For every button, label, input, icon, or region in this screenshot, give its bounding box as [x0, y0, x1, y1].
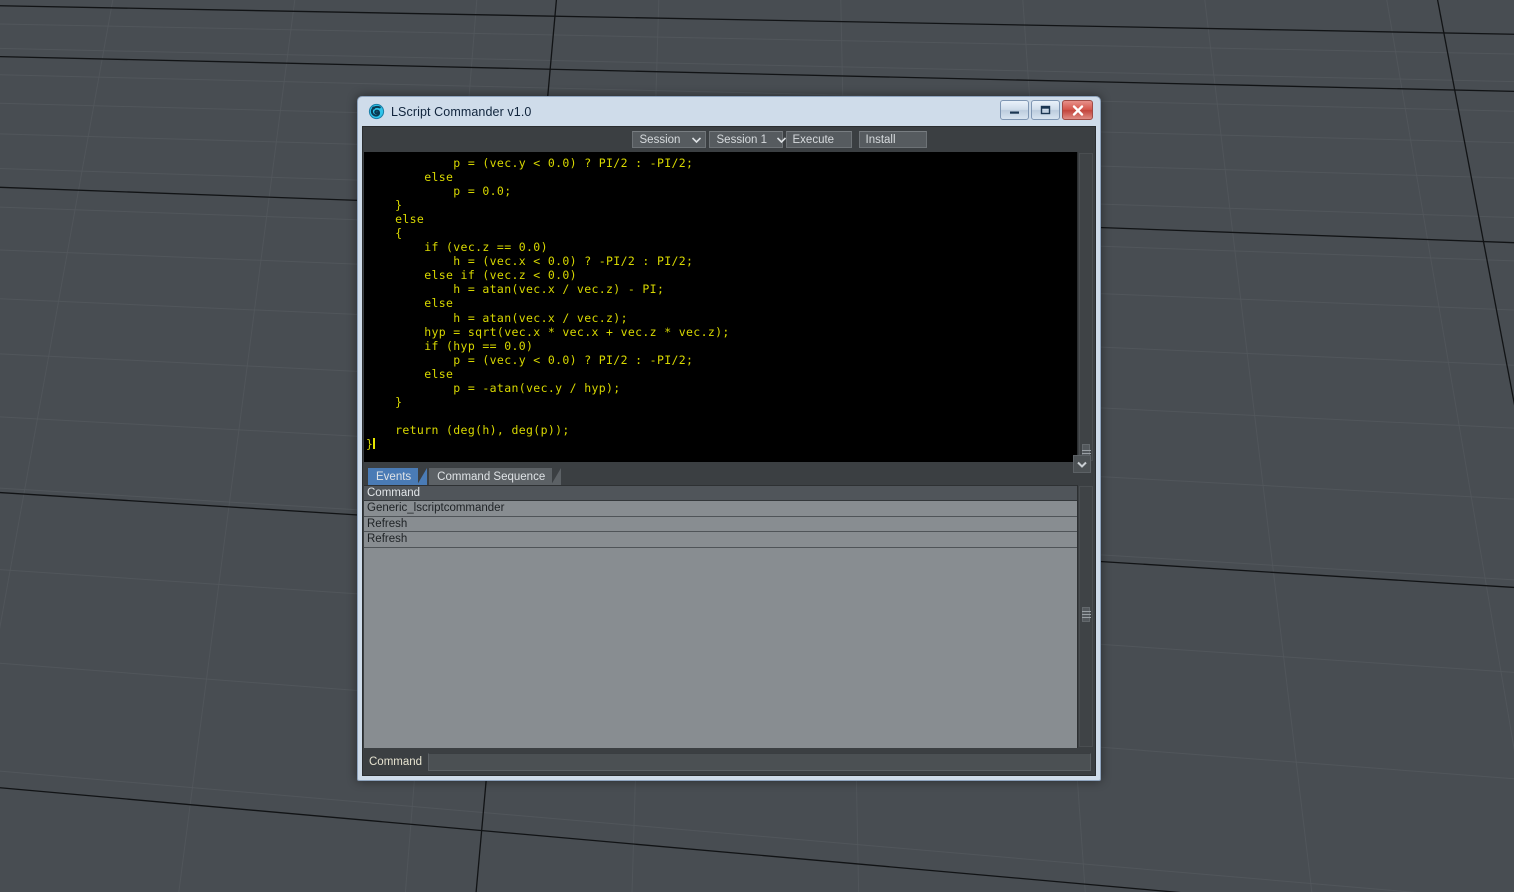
editor-scroll-down-button[interactable]	[1073, 455, 1091, 473]
script-code-area[interactable]: p = (vec.y < 0.0) ? PI/2 : -PI/2; else p…	[364, 152, 1077, 462]
execute-button[interactable]: Execute	[785, 131, 852, 148]
events-list-panel: Command Generic_lscriptcommander Refresh R…	[364, 485, 1094, 748]
tab-edge	[551, 468, 562, 485]
script-editor: p = (vec.y < 0.0) ? PI/2 : -PI/2; else p…	[364, 152, 1094, 462]
close-button[interactable]	[1062, 100, 1093, 120]
chevron-down-icon	[1077, 461, 1087, 468]
list-rows: Generic_lscriptcommander Refresh Refresh	[364, 501, 1077, 548]
command-input-label: Command	[369, 755, 423, 768]
grip-line	[1081, 614, 1091, 615]
session-type-select-value: Session	[639, 133, 681, 146]
lscript-swirl-icon	[368, 103, 385, 120]
list-scroll-thumb[interactable]	[1081, 607, 1091, 622]
tab-edge	[417, 468, 428, 485]
session-type-select[interactable]: Session	[631, 131, 706, 148]
editor-scroll-track[interactable]	[1079, 153, 1093, 461]
table-row[interactable]: Refresh	[364, 532, 1077, 548]
table-row[interactable]: Refresh	[364, 516, 1077, 532]
tab-command-sequence[interactable]: Command Sequence	[429, 468, 562, 485]
table-cell-command: Generic_lscriptcommander	[367, 502, 505, 515]
editor-vertical-scrollbar[interactable]	[1077, 152, 1094, 462]
table-cell-command: Refresh	[367, 517, 408, 530]
session-select[interactable]: Session 1	[708, 131, 787, 148]
window-title: LScript Commander v1.0	[391, 104, 532, 119]
grip-line	[1081, 611, 1091, 612]
grip-line	[1081, 449, 1091, 451]
list-scroll-track[interactable]	[1079, 486, 1093, 747]
chevron-down-icon	[691, 134, 701, 146]
minimize-button[interactable]	[1000, 100, 1029, 120]
tabstrip: Events Command Sequence	[363, 465, 1095, 485]
grip-line	[1081, 617, 1091, 618]
session-select-value: Session 1	[716, 133, 768, 146]
grip-line	[1081, 452, 1091, 454]
table-row[interactable]: Generic_lscriptcommander	[364, 501, 1077, 517]
tab-events-label: Events	[376, 470, 412, 483]
window-client-area: Session Session 1 Execute Install p = (v…	[362, 126, 1096, 776]
lscript-commander-window: LScript Commander v1.0 Session Session 1…	[357, 96, 1101, 781]
events-list[interactable]: Command Generic_lscriptcommander Refresh R…	[364, 485, 1077, 748]
window-titlebar[interactable]: LScript Commander v1.0	[362, 97, 1096, 126]
install-button[interactable]: Install	[858, 131, 927, 148]
toolbar: Session Session 1 Execute Install	[363, 127, 1095, 152]
command-input[interactable]	[428, 752, 1091, 771]
tab-events[interactable]: Events	[368, 468, 428, 485]
table-cell-command: Refresh	[367, 533, 408, 546]
text-caret	[373, 437, 376, 449]
command-bar: Command	[363, 748, 1095, 775]
tab-command-sequence-label: Command Sequence	[437, 470, 546, 483]
list-vertical-scrollbar[interactable]	[1077, 485, 1094, 748]
maximize-button[interactable]	[1031, 100, 1060, 120]
window-controls	[1000, 100, 1093, 120]
list-column-header-command[interactable]: Command	[364, 486, 1077, 501]
